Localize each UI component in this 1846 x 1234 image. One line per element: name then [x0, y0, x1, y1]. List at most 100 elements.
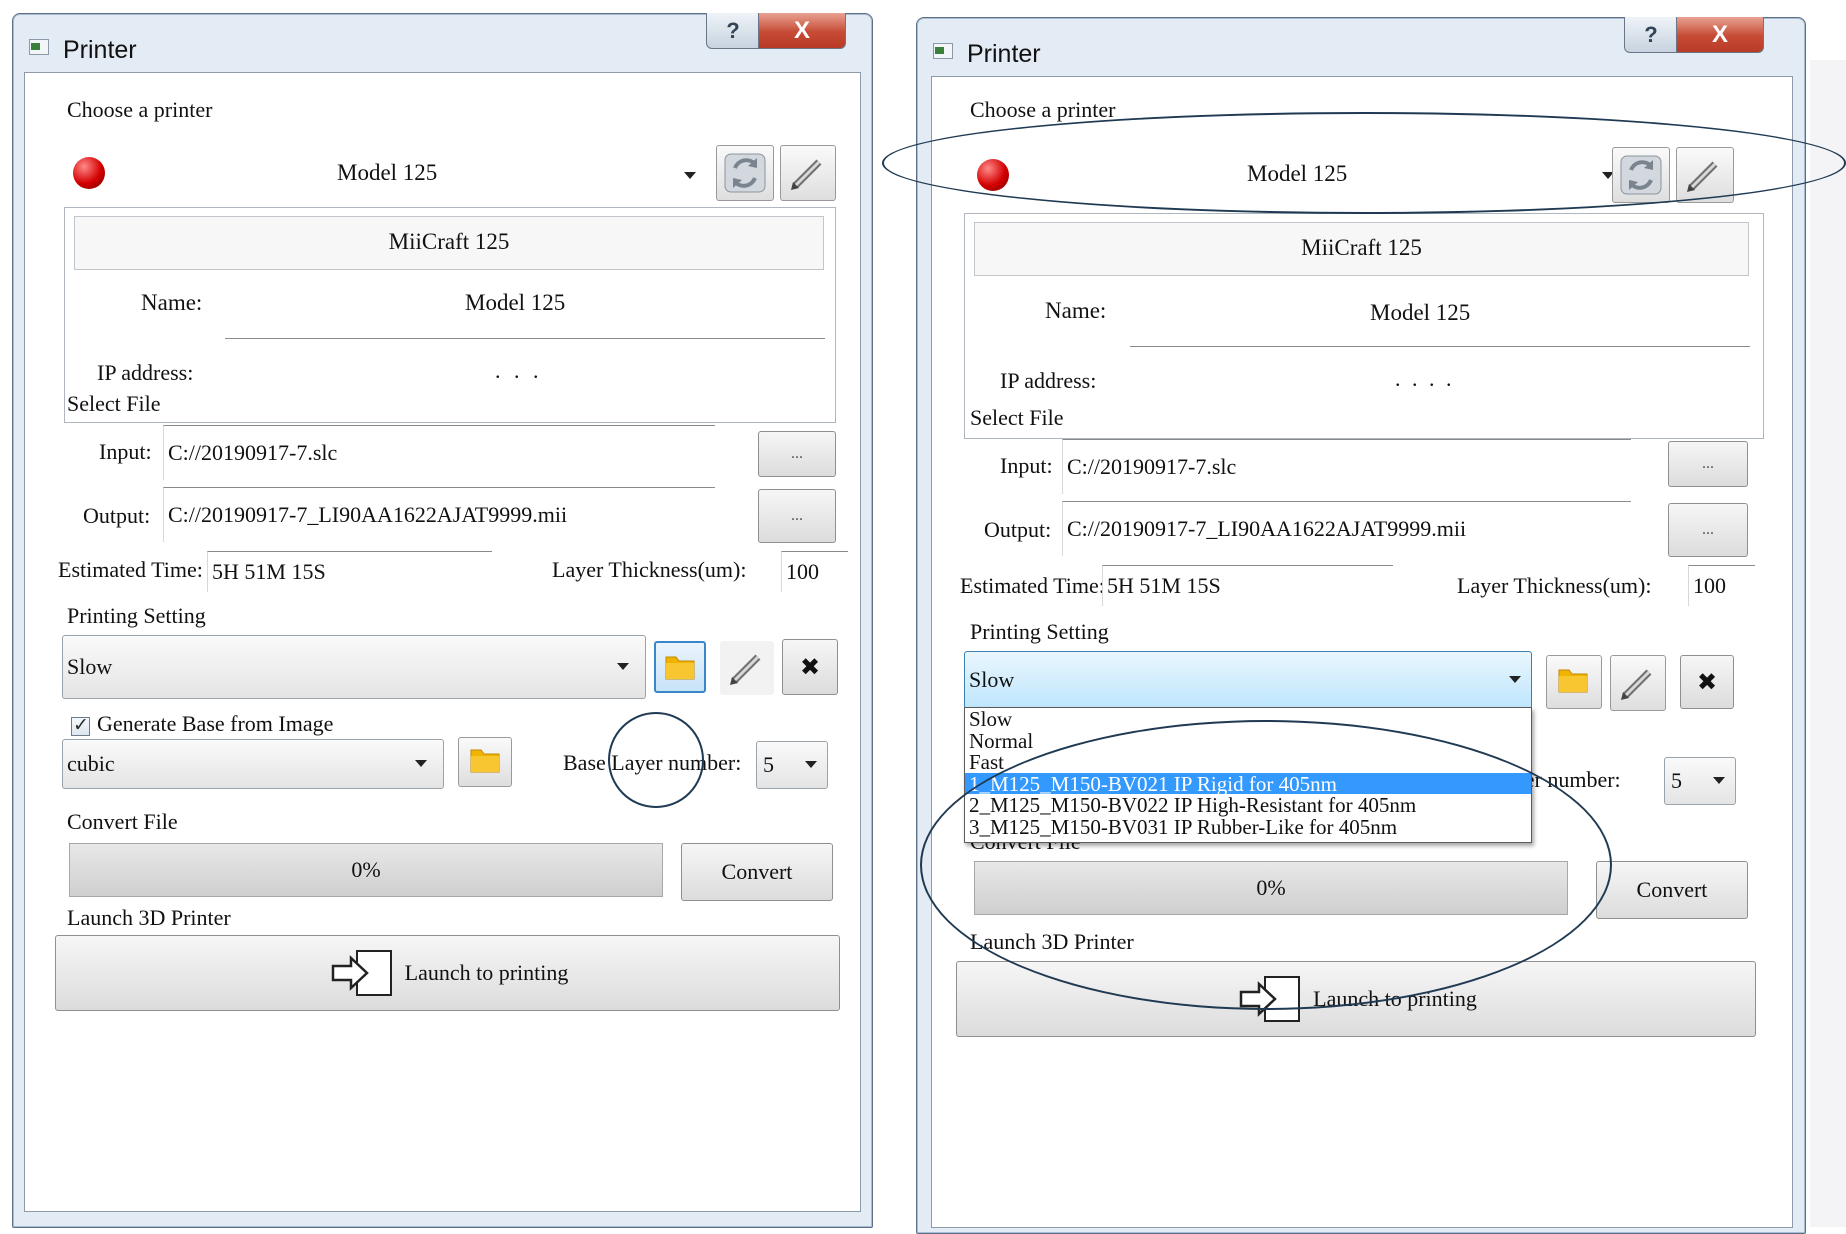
printer-status-icon	[73, 157, 105, 189]
title-bar[interactable]: Printer ? X	[917, 17, 1805, 76]
help-button[interactable]: ?	[706, 13, 760, 49]
base-layer-value: 5	[763, 752, 774, 777]
title-bar[interactable]: Printer ? X	[13, 13, 872, 72]
estimated-time-label: Estimated Time:	[58, 557, 203, 582]
refresh-printers-button[interactable]	[716, 145, 774, 201]
layer-thickness-label: Layer Thickness(um):	[1457, 573, 1652, 598]
printer-select[interactable]: Model 125	[111, 147, 707, 201]
layer-thickness-field[interactable]: 100	[781, 551, 848, 592]
estimated-time-value: 5H 51M 15S	[1107, 573, 1221, 598]
layer-thickness-value: 100	[786, 559, 819, 584]
open-setting-button[interactable]	[1546, 655, 1602, 709]
output-file-value: C://20190917-7_LI90AA1622AJAT9999.mii	[168, 502, 568, 527]
printer-header: MiiCraft 125	[974, 222, 1749, 276]
close-button[interactable]: X	[758, 13, 846, 49]
printing-setting-label: Printing Setting	[67, 603, 206, 628]
ip-address-value[interactable]: . . . .	[1395, 366, 1455, 392]
name-value: Model 125	[1370, 300, 1471, 325]
delete-icon: ✖	[1696, 668, 1718, 696]
launch-section-label: Launch 3D Printer	[67, 905, 231, 930]
name-divider	[1130, 346, 1750, 347]
printing-setting-select-open[interactable]: Slow	[964, 651, 1532, 709]
chevron-down-icon	[415, 760, 427, 767]
browse-output-button[interactable]: ...	[1668, 503, 1748, 557]
printer-header-text: MiiCraft 125	[388, 229, 510, 254]
dropdown-option[interactable]: 2_M125_M150-BV022 IP High-Resistant for …	[965, 794, 1531, 816]
dropdown-option[interactable]: Fast	[965, 751, 1531, 773]
edit-setting-button[interactable]	[720, 641, 774, 695]
delete-setting-button[interactable]: ✖	[1680, 655, 1734, 709]
generate-base-checkbox[interactable]: ✓	[71, 714, 90, 736]
chevron-down-icon	[617, 663, 629, 670]
edit-printer-button[interactable]	[1676, 147, 1734, 203]
layer-thickness-field[interactable]: 100	[1688, 565, 1755, 606]
edit-printer-button[interactable]	[780, 145, 836, 201]
launch-printing-label: Launch to printing	[1313, 986, 1477, 1011]
printing-setting-dropdown-list: Slow Normal Fast 1_M125_M150-BV021 IP Ri…	[964, 707, 1532, 843]
browse-input-button[interactable]: ...	[1668, 441, 1748, 487]
choose-printer-label: Choose a printer	[970, 97, 1116, 122]
base-image-value: cubic	[67, 751, 115, 776]
estimated-time-label: Estimated Time:	[960, 573, 1105, 598]
select-file-label: Select File	[67, 391, 161, 416]
printer-select[interactable]: Model 125	[1014, 147, 1614, 201]
printer-header: MiiCraft 125	[74, 216, 824, 270]
close-button[interactable]: X	[1676, 17, 1764, 53]
window-title: Printer	[63, 36, 137, 64]
printer-select-value: Model 125	[1247, 161, 1348, 186]
browse-input-button[interactable]: ...	[758, 431, 836, 477]
browse-input-label: ...	[791, 445, 803, 462]
printing-setting-select[interactable]: Slow	[62, 635, 646, 699]
layer-thickness-label: Layer Thickness(um):	[552, 557, 747, 582]
printer-select-value: Model 125	[337, 160, 438, 185]
generate-base-label: Generate Base from Image	[97, 711, 334, 736]
window-icon	[29, 39, 49, 55]
base-layer-select[interactable]: 5	[756, 741, 828, 789]
base-image-folder-button[interactable]	[458, 737, 512, 787]
enter-icon	[1239, 976, 1301, 1022]
choose-printer-label: Choose a printer	[67, 97, 213, 122]
estimated-time-field: 5H 51M 15S	[207, 551, 492, 592]
dropdown-option[interactable]: Slow	[965, 708, 1531, 730]
output-file-value: C://20190917-7_LI90AA1622AJAT9999.mii	[1067, 516, 1467, 541]
base-layer-label: Base Layer number:	[563, 750, 742, 775]
input-file-value: C://20190917-7.slc	[1067, 454, 1237, 479]
dropdown-option-highlighted[interactable]: 1_M125_M150-BV021 IP Rigid for 405nm	[965, 772, 1531, 794]
pencil-icon	[730, 654, 761, 685]
base-image-select[interactable]: cubic	[62, 739, 444, 789]
launch-printing-button[interactable]: Launch to printing	[55, 935, 840, 1011]
convert-progress-bar: 0%	[69, 843, 663, 897]
delete-setting-button[interactable]: ✖	[782, 639, 838, 695]
refresh-printers-button[interactable]	[1612, 147, 1670, 203]
open-setting-button[interactable]	[654, 641, 706, 693]
edit-setting-button[interactable]	[1610, 655, 1666, 711]
input-file-field[interactable]: C://20190917-7.slc	[163, 425, 715, 480]
help-button[interactable]: ?	[1624, 17, 1678, 53]
output-file-field[interactable]: C://20190917-7_LI90AA1622AJAT9999.mii	[163, 487, 715, 542]
name-value: Model 125	[465, 290, 566, 315]
base-layer-select[interactable]: 5	[1664, 757, 1736, 805]
dropdown-option[interactable]: 3_M125_M150-BV031 IP Rubber-Like for 405…	[965, 816, 1531, 838]
printing-setting-value: Slow	[969, 667, 1015, 692]
printing-setting-value: Slow	[67, 654, 113, 679]
ip-address-value[interactable]: . . .	[495, 358, 543, 384]
output-file-field[interactable]: C://20190917-7_LI90AA1622AJAT9999.mii	[1062, 501, 1631, 556]
estimated-time-value: 5H 51M 15S	[212, 559, 326, 584]
browse-output-button[interactable]: ...	[758, 489, 836, 543]
chevron-down-icon	[684, 172, 696, 179]
output-label: Output:	[83, 503, 151, 528]
estimated-time-field: 5H 51M 15S	[1102, 565, 1393, 606]
launch-section-label: Launch 3D Printer	[970, 929, 1134, 954]
printer-details-group: MiiCraft 125 Name: Model 125 IP address:…	[64, 207, 836, 423]
refresh-icon	[724, 153, 766, 193]
name-label: Name:	[141, 290, 203, 315]
input-file-field[interactable]: C://20190917-7.slc	[1062, 439, 1631, 494]
launch-printing-button[interactable]: Launch to printing	[956, 961, 1756, 1037]
select-file-label: Select File	[970, 405, 1064, 430]
convert-button[interactable]: Convert	[1596, 861, 1748, 919]
convert-button[interactable]: Convert	[681, 843, 833, 901]
browse-output-label: ...	[1702, 521, 1714, 538]
dropdown-option[interactable]: Normal	[965, 730, 1531, 752]
window-icon	[933, 43, 953, 59]
enter-icon	[331, 950, 392, 996]
